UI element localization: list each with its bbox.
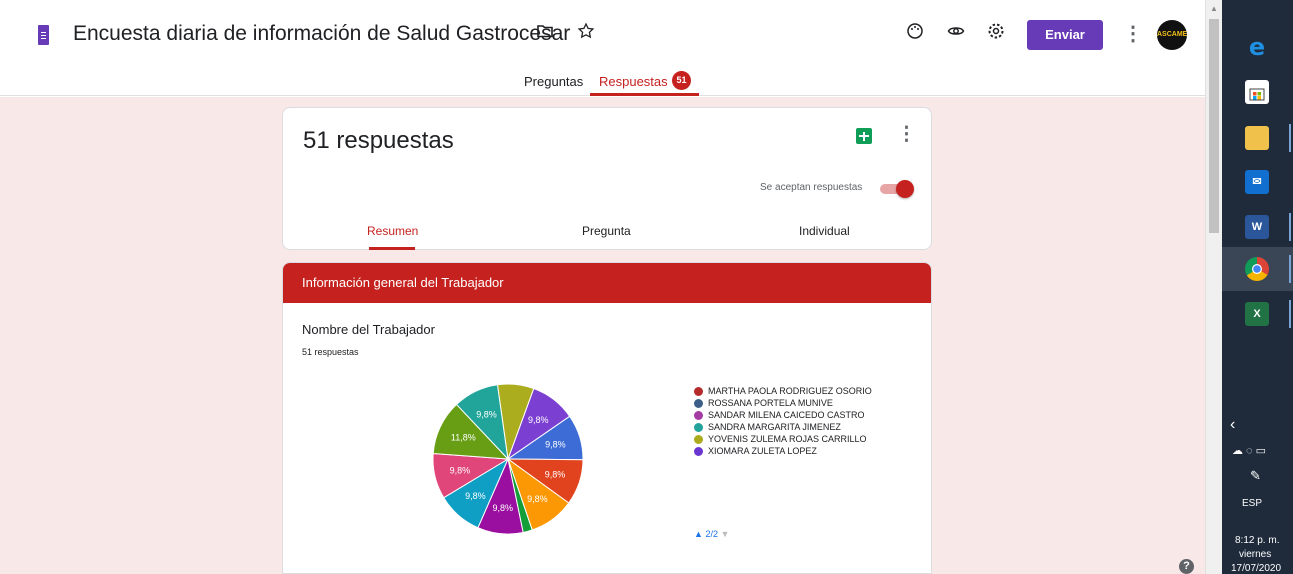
legend-dot	[694, 435, 703, 444]
pager-label: 2/2	[705, 529, 718, 539]
taskbar-edge[interactable]: e	[1222, 25, 1293, 69]
legend-pager[interactable]: ▲ 2/2 ▼	[694, 529, 729, 539]
edge-icon: e	[1248, 33, 1266, 61]
legend-label: XIOMARA ZULETA LOPEZ	[708, 446, 817, 456]
active-indicator	[1289, 255, 1291, 283]
store-icon	[1245, 80, 1269, 104]
system-tray[interactable]: ☁ ◌ ▭	[1232, 444, 1266, 457]
chrome-icon	[1245, 257, 1269, 281]
clock-time[interactable]: 8:12 p. m.	[1235, 535, 1279, 546]
accepting-responses-toggle[interactable]	[878, 180, 914, 198]
more-vert-icon[interactable]: ⋮	[897, 125, 916, 145]
legend-label: SANDRA MARGARITA JIMENEZ	[708, 422, 841, 432]
response-count: 51 respuestas	[303, 127, 454, 154]
legend-dot	[694, 399, 703, 408]
legend-item: YOVENIS ZULEMA ROJAS CARRILLO	[694, 433, 914, 445]
active-tab-indicator	[590, 93, 699, 96]
scroll-thumb[interactable]	[1209, 19, 1219, 233]
slice-label: 9,8%	[476, 409, 497, 419]
legend-label: SANDAR MILENA CAICEDO CASTRO	[708, 410, 865, 420]
form-tabs: Preguntas Respuestas 51	[0, 68, 1205, 96]
document-title[interactable]: Encuesta diaria de información de Salud …	[73, 22, 570, 46]
question-response-count: 51 respuestas	[302, 347, 359, 357]
pager-up-icon[interactable]: ▲	[694, 529, 703, 539]
legend-dot	[694, 447, 703, 456]
section-title: Información general del Trabajador	[302, 275, 504, 290]
app-window: Encuesta diaria de información de Salud …	[0, 0, 1293, 574]
eye-icon[interactable]	[944, 22, 968, 46]
active-subtab-indicator	[369, 247, 415, 250]
summary-card: 51 respuestas ⋮ Se aceptan respuestas Re…	[282, 107, 932, 250]
scroll-up-icon[interactable]: ▲	[1210, 4, 1218, 13]
scrollbar[interactable]: ▲	[1205, 0, 1222, 574]
active-indicator	[1289, 124, 1291, 152]
responses-badge: 51	[672, 71, 691, 90]
avatar[interactable]: ASCAMEV	[1157, 20, 1187, 50]
section-header: Información general del Trabajador	[283, 263, 931, 303]
slice-label: 9,8%	[527, 494, 548, 504]
question-title: Nombre del Trabajador	[302, 322, 435, 337]
excel-icon: X	[1245, 302, 1269, 326]
pen-icon[interactable]: ✎	[1250, 468, 1261, 484]
pager-down-icon[interactable]: ▼	[720, 529, 729, 539]
slice-label: 9,8%	[465, 491, 486, 501]
slice-label: 9,8%	[545, 470, 566, 480]
slice-label: 9,8%	[545, 440, 566, 450]
clock-day: viernes	[1239, 549, 1272, 560]
legend-item: SANDRA MARGARITA JIMENEZ	[694, 421, 914, 433]
legend-item: SANDAR MILENA CAICEDO CASTRO	[694, 409, 914, 421]
legend-item: MARTHA PAOLA RODRIGUEZ OSORIO	[694, 385, 914, 397]
sheets-icon[interactable]	[856, 128, 872, 144]
taskbar-mail[interactable]: ✉	[1222, 160, 1293, 204]
slice-label: 9,8%	[528, 415, 549, 425]
send-button[interactable]: Enviar	[1027, 20, 1103, 50]
gear-icon[interactable]	[984, 22, 1008, 46]
word-icon: W	[1245, 215, 1269, 239]
tab-preguntas[interactable]: Preguntas	[524, 74, 583, 89]
active-indicator	[1289, 213, 1291, 241]
accepting-responses-label: Se aceptan respuestas	[760, 182, 863, 193]
taskbar-explorer[interactable]	[1222, 116, 1293, 160]
legend-label: MARTHA PAOLA RODRIGUEZ OSORIO	[708, 386, 872, 396]
tab-respuestas[interactable]: Respuestas	[599, 74, 668, 89]
legend-item: ROSSANA PORTELA MUNIVE	[694, 397, 914, 409]
slice-label: 9,8%	[450, 465, 471, 475]
tab-pregunta[interactable]: Pregunta	[582, 224, 631, 238]
taskbar-word[interactable]: W	[1222, 205, 1293, 249]
forms-logo-icon[interactable]	[38, 25, 49, 45]
slice-label: 9,8%	[493, 503, 514, 513]
pie-chart[interactable]: 9,8% 9,8% 9,8% 9,8% 9,8% 9,8% 9,8% 11,8% 9,8%	[423, 374, 593, 544]
star-icon[interactable]	[574, 22, 598, 46]
explorer-icon	[1245, 126, 1269, 150]
taskbar-excel[interactable]: X	[1222, 292, 1293, 336]
forms-header: Encuesta diaria de información de Salud …	[0, 0, 1205, 96]
windows-taskbar: e ✉ W X ‹ ☁ ◌ ▭ ✎ ESP 8:12 p. m. viernes…	[1222, 0, 1293, 574]
chevron-left-icon[interactable]: ‹	[1230, 416, 1235, 434]
clock-date: 17/07/2020	[1231, 563, 1282, 574]
taskbar-chrome[interactable]	[1222, 247, 1293, 291]
language-indicator[interactable]: ESP	[1242, 498, 1262, 509]
more-vert-icon[interactable]: ⋮	[1121, 22, 1145, 46]
legend-dot	[694, 423, 703, 432]
palette-icon[interactable]	[903, 22, 927, 46]
legend-item: XIOMARA ZULETA LOPEZ	[694, 445, 914, 457]
taskbar-store[interactable]	[1222, 70, 1293, 114]
legend-dot	[694, 387, 703, 396]
chart-legend: MARTHA PAOLA RODRIGUEZ OSORIO ROSSANA POR…	[694, 385, 914, 457]
responses-content: 51 respuestas ⋮ Se aceptan respuestas Re…	[0, 97, 1205, 574]
tab-resumen[interactable]: Resumen	[367, 224, 418, 238]
tab-individual[interactable]: Individual	[799, 224, 850, 238]
toggle-knob	[896, 180, 914, 198]
help-icon[interactable]: ?	[1179, 559, 1194, 574]
question-card: Información general del Trabajador Nombr…	[282, 262, 932, 574]
folder-icon[interactable]	[533, 22, 557, 46]
legend-label: YOVENIS ZULEMA ROJAS CARRILLO	[708, 434, 867, 444]
slice-label: 11,8%	[451, 433, 476, 443]
legend-dot	[694, 411, 703, 420]
active-indicator	[1289, 300, 1291, 328]
legend-label: ROSSANA PORTELA MUNIVE	[708, 398, 833, 408]
mail-icon: ✉	[1245, 170, 1269, 194]
